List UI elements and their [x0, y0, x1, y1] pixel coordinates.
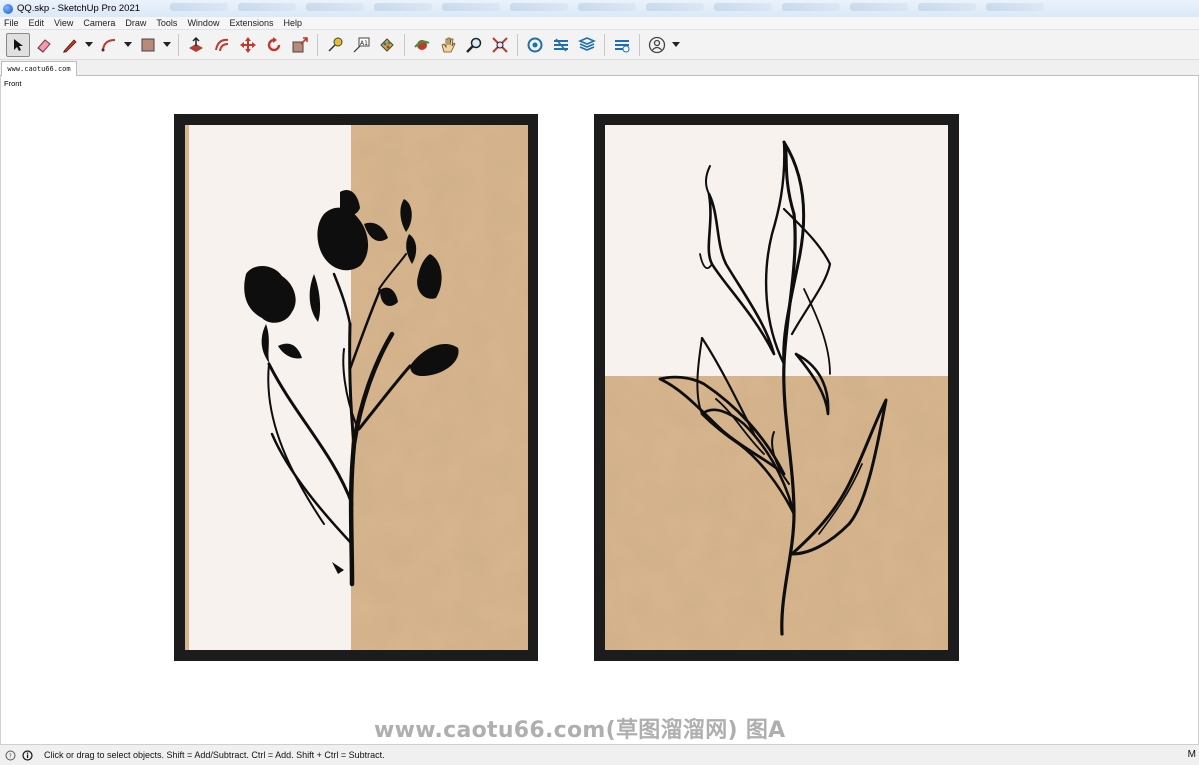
title-bar: QQ.skp - SketchUp Pro 2021 [0, 0, 1199, 17]
view-name-label: Front [4, 79, 22, 88]
toolbar-separator [604, 33, 605, 56]
arc-tool-button[interactable] [97, 33, 121, 57]
eraser-tool-button[interactable] [32, 33, 56, 57]
toolbar-separator [404, 33, 405, 56]
svg-text:A1: A1 [360, 40, 368, 47]
main-toolbar: A1 [0, 30, 1199, 60]
svg-text:?: ? [9, 753, 12, 760]
menu-bar: File Edit View Camera Draw Tools Window … [0, 17, 1199, 30]
orbit-tool-button[interactable] [410, 33, 434, 57]
layout-icon [578, 36, 596, 51]
chevron-down-icon [672, 41, 680, 47]
status-message: Click or drag to select objects. Shift =… [44, 750, 385, 760]
user-account-icon [648, 36, 666, 53]
chevron-down-icon [85, 41, 93, 47]
extension-manager-icon [615, 39, 630, 52]
flower-print-frame[interactable] [174, 114, 538, 661]
zoom-extents-icon [492, 36, 508, 53]
pencil-icon [63, 38, 77, 53]
account-button[interactable] [645, 33, 669, 57]
flower-artwork [185, 125, 528, 650]
arc-tool-dropdown[interactable] [123, 33, 133, 57]
status-bar: ? Click or drag to select objects. Shift… [0, 744, 1199, 765]
move-icon [240, 36, 256, 53]
menu-help[interactable]: Help [283, 18, 302, 28]
tape-measure-icon [328, 37, 343, 52]
sketchup-logo-icon [3, 3, 13, 14]
account-dropdown[interactable] [671, 33, 681, 57]
scene-tab-bar: www.caotu66.com [0, 60, 1199, 76]
push-pull-icon [189, 36, 203, 52]
menu-extensions[interactable]: Extensions [229, 18, 273, 28]
scale-tool-button[interactable] [288, 33, 312, 57]
toolbar-separator [317, 33, 318, 56]
model-viewport[interactable]: Front www.caotu66.com(草图溜溜网) 图A [0, 76, 1199, 744]
instructor-info-icon[interactable] [21, 749, 34, 762]
text-icon: A1 [353, 37, 370, 52]
text-tool-button[interactable]: A1 [349, 33, 373, 57]
shape-tool-dropdown[interactable] [162, 33, 172, 57]
pan-tool-button[interactable] [436, 33, 460, 57]
leaf-print-frame[interactable] [594, 114, 959, 661]
extension-warehouse-button[interactable] [549, 33, 573, 57]
window-title: QQ.skp - SketchUp Pro 2021 [17, 3, 141, 14]
offset-tool-button[interactable] [210, 33, 234, 57]
zoom-extents-tool-button[interactable] [488, 33, 512, 57]
scale-icon [292, 36, 308, 52]
background-taskbar-ghost [170, 3, 1044, 11]
chevron-down-icon [163, 41, 171, 47]
3d-warehouse-button[interactable] [523, 33, 547, 57]
line-tool-button[interactable] [58, 33, 82, 57]
move-tool-button[interactable] [236, 33, 260, 57]
menu-window[interactable]: Window [187, 18, 219, 28]
watermark-text: www.caotu66.com(草图溜溜网) 图A [374, 718, 786, 743]
measurements-label: M [1187, 749, 1196, 760]
sketchup-window: QQ.skp - SketchUp Pro 2021 File Edit Vie… [0, 0, 1199, 765]
menu-view[interactable]: View [54, 18, 73, 28]
toolbar-separator [517, 33, 518, 56]
geolocation-status-icon[interactable]: ? [4, 749, 17, 762]
menu-file[interactable]: File [4, 18, 19, 28]
menu-camera[interactable]: Camera [83, 18, 115, 28]
rotate-icon [267, 36, 281, 51]
offset-icon [215, 38, 229, 51]
extension-manager-button[interactable] [610, 33, 634, 57]
shape-tool-button[interactable] [136, 33, 160, 57]
line-tool-dropdown[interactable] [84, 33, 94, 57]
select-tool-button[interactable] [6, 32, 30, 57]
orbit-icon [414, 39, 430, 50]
toolbar-separator [178, 33, 179, 56]
arc-icon [101, 38, 116, 51]
zoom-icon [466, 37, 482, 53]
paint-bucket-tool-button[interactable] [375, 33, 399, 57]
arrow-cursor-icon [14, 38, 23, 51]
rotate-tool-button[interactable] [262, 33, 286, 57]
menu-tools[interactable]: Tools [156, 18, 177, 28]
layout-button[interactable] [575, 33, 599, 57]
scene-tab[interactable]: www.caotu66.com [1, 61, 77, 76]
zoom-tool-button[interactable] [462, 33, 486, 57]
warehouse-icon [527, 37, 543, 52]
leaf-artwork [605, 125, 948, 650]
extension-warehouse-icon [554, 38, 568, 51]
pan-hand-icon [441, 37, 456, 52]
menu-edit[interactable]: Edit [29, 18, 45, 28]
tape-measure-tool-button[interactable] [323, 33, 347, 57]
paint-bucket-icon [380, 37, 394, 52]
eraser-icon [37, 38, 51, 53]
push-pull-tool-button[interactable] [184, 33, 208, 57]
rectangle-icon [141, 38, 155, 51]
toolbar-separator [639, 33, 640, 56]
chevron-down-icon [124, 41, 132, 47]
menu-draw[interactable]: Draw [125, 18, 146, 28]
